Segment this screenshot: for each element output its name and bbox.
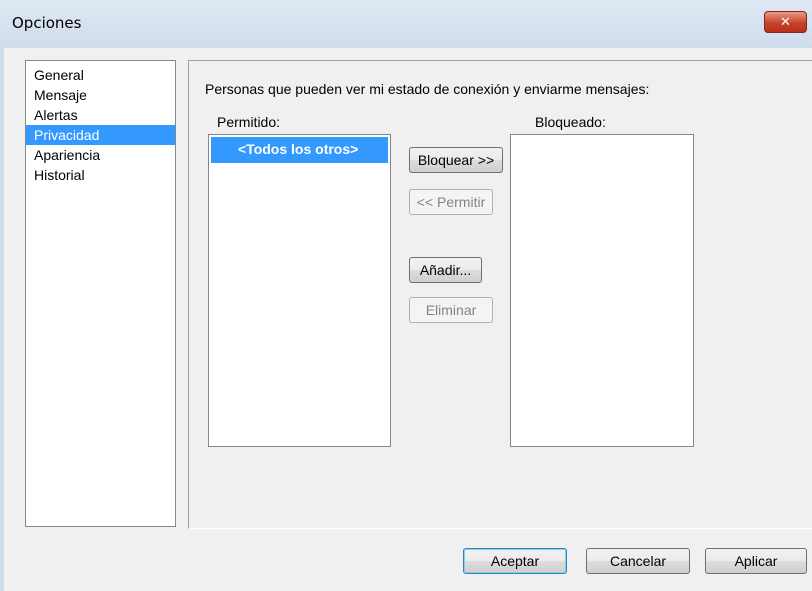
allow-button[interactable]: << Permitir — [409, 189, 493, 215]
privacy-panel: Personas que pueden ver mi estado de con… — [188, 60, 812, 529]
allowed-item-all-others[interactable]: <Todos los otros> — [211, 137, 388, 163]
remove-button[interactable]: Eliminar — [409, 297, 493, 323]
blocked-label: Bloqueado: — [535, 114, 606, 130]
nav-item-privacidad[interactable]: Privacidad — [26, 125, 175, 145]
window-title: Opciones — [12, 14, 82, 32]
apply-button[interactable]: Aplicar — [705, 548, 807, 574]
nav-item-mensaje[interactable]: Mensaje — [26, 85, 175, 105]
category-list[interactable]: General Mensaje Alertas Privacidad Apari… — [25, 60, 176, 527]
privacy-description: Personas que pueden ver mi estado de con… — [205, 81, 650, 97]
options-dialog: Opciones ✕ General Mensaje Alertas Priva… — [0, 0, 812, 591]
add-button[interactable]: Añadir... — [409, 257, 482, 283]
close-icon: ✕ — [780, 14, 791, 30]
blocked-list[interactable] — [510, 134, 694, 447]
title-bar[interactable]: Opciones ✕ — [0, 0, 812, 48]
cancel-button[interactable]: Cancelar — [586, 548, 690, 574]
allowed-list[interactable]: <Todos los otros> — [208, 134, 391, 447]
nav-item-apariencia[interactable]: Apariencia — [26, 145, 175, 165]
window-frame — [0, 48, 4, 591]
nav-item-historial[interactable]: Historial — [26, 165, 175, 185]
close-button[interactable]: ✕ — [764, 11, 807, 33]
ok-button[interactable]: Aceptar — [463, 548, 567, 574]
allowed-label: Permitido: — [217, 114, 281, 130]
nav-item-general[interactable]: General — [26, 65, 175, 85]
block-button[interactable]: Bloquear >> — [409, 147, 503, 173]
nav-item-alertas[interactable]: Alertas — [26, 105, 175, 125]
